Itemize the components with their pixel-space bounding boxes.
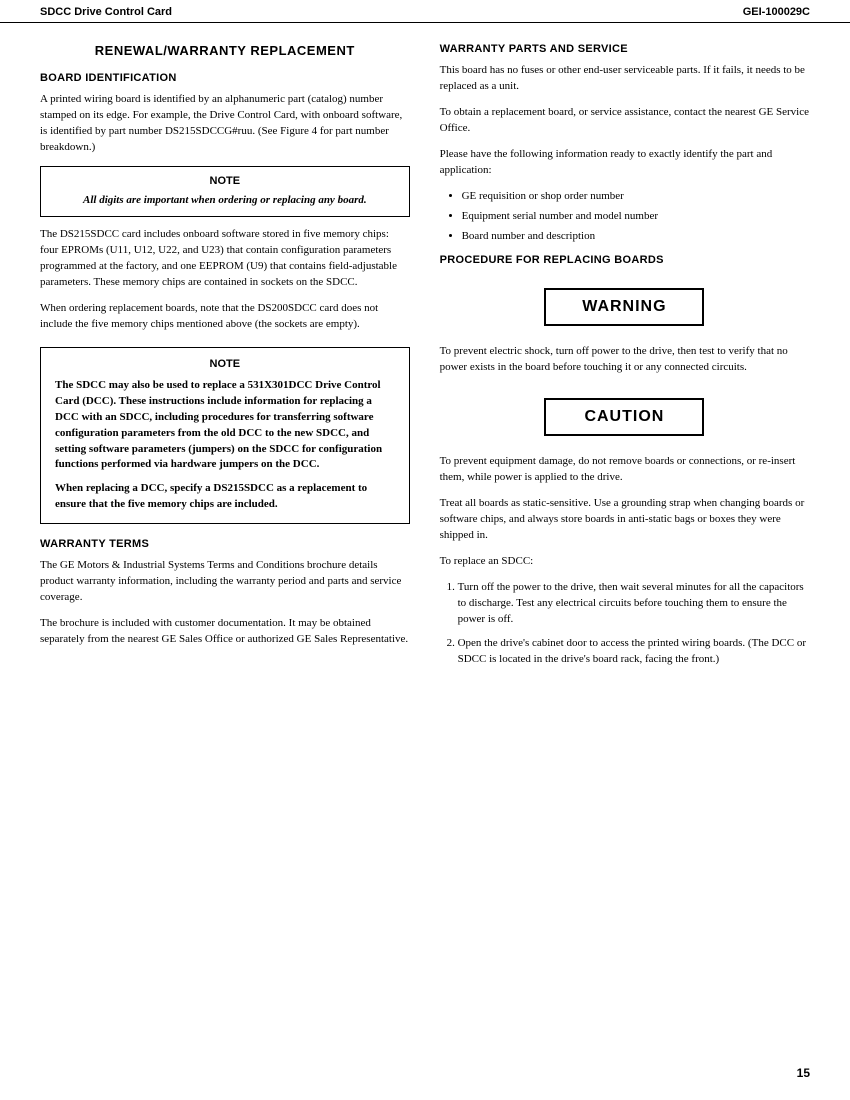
warranty-parts-para2: To obtain a replacement board, or servic… (440, 105, 810, 137)
page: SDCC Drive Control Card GEI-100029C RENE… (0, 0, 850, 1100)
step-1: Turn off the power to the drive, then wa… (458, 580, 810, 628)
board-id-para3: When ordering replacement boards, note t… (40, 301, 410, 333)
note1-title: NOTE (53, 175, 397, 187)
page-header: SDCC Drive Control Card GEI-100029C (0, 0, 850, 23)
step-2: Open the drive's cabinet door to access … (458, 636, 810, 668)
warranty-parts-para3: Please have the following information re… (440, 147, 810, 179)
left-column: RENEWAL/WARRANTY REPLACEMENT BOARD IDENT… (40, 43, 410, 678)
note-box-1: NOTE All digits are important when order… (40, 166, 410, 217)
board-identification-section: BOARD IDENTIFICATION A printed wiring bo… (40, 72, 410, 524)
warning-box: WARNING (544, 288, 704, 326)
note-box-2: NOTE The SDCC may also be used to replac… (40, 347, 410, 525)
page-footer: 15 (797, 1066, 810, 1080)
procedure-steps: Turn off the power to the drive, then wa… (440, 580, 810, 668)
note2-para1: The SDCC may also be used to replace a 5… (55, 378, 395, 474)
right-column: WARRANTY PARTS AND SERVICE This board ha… (440, 43, 810, 678)
header-left: SDCC Drive Control Card (40, 6, 172, 18)
procedure-intro: To replace an SDCC: (440, 554, 810, 570)
note1-text: All digits are important when ordering o… (53, 193, 397, 208)
caution-label: CAUTION (566, 408, 682, 426)
board-id-title: BOARD IDENTIFICATION (40, 72, 410, 84)
warranty-terms-section: WARRANTY TERMS The GE Motors & Industria… (40, 538, 410, 648)
warning-label: WARNING (566, 298, 682, 316)
note2-title: NOTE (55, 358, 395, 370)
warranty-terms-para2: The brochure is included with customer d… (40, 616, 410, 648)
caution-para1: To prevent equipment damage, do not remo… (440, 454, 810, 486)
board-id-para1: A printed wiring board is identified by … (40, 92, 410, 156)
board-id-para2: The DS215SDCC card includes onboard soft… (40, 227, 410, 291)
warranty-terms-title: WARRANTY TERMS (40, 538, 410, 550)
warranty-bullets: GE requisition or shop order number Equi… (440, 189, 810, 245)
warning-text: To prevent electric shock, turn off powe… (440, 344, 810, 376)
main-section-title: RENEWAL/WARRANTY REPLACEMENT (40, 43, 410, 58)
procedure-section: PROCEDURE FOR REPLACING BOARDS WARNING T… (440, 254, 810, 667)
header-right: GEI-100029C (743, 6, 810, 18)
bullet-2: Equipment serial number and model number (462, 209, 810, 225)
caution-box: CAUTION (544, 398, 704, 436)
main-content: RENEWAL/WARRANTY REPLACEMENT BOARD IDENT… (0, 23, 850, 718)
page-number: 15 (797, 1066, 810, 1080)
warranty-parts-para1: This board has no fuses or other end-use… (440, 63, 810, 95)
bullet-3: Board number and description (462, 229, 810, 245)
caution-para2: Treat all boards as static-sensitive. Us… (440, 496, 810, 544)
bullet-1: GE requisition or shop order number (462, 189, 810, 205)
warranty-terms-para1: The GE Motors & Industrial Systems Terms… (40, 558, 410, 606)
note2-para2: When replacing a DCC, specify a DS215SDC… (55, 481, 395, 513)
warranty-parts-title: WARRANTY PARTS AND SERVICE (440, 43, 810, 55)
procedure-title: PROCEDURE FOR REPLACING BOARDS (440, 254, 810, 266)
warranty-parts-section: WARRANTY PARTS AND SERVICE This board ha… (440, 43, 810, 244)
